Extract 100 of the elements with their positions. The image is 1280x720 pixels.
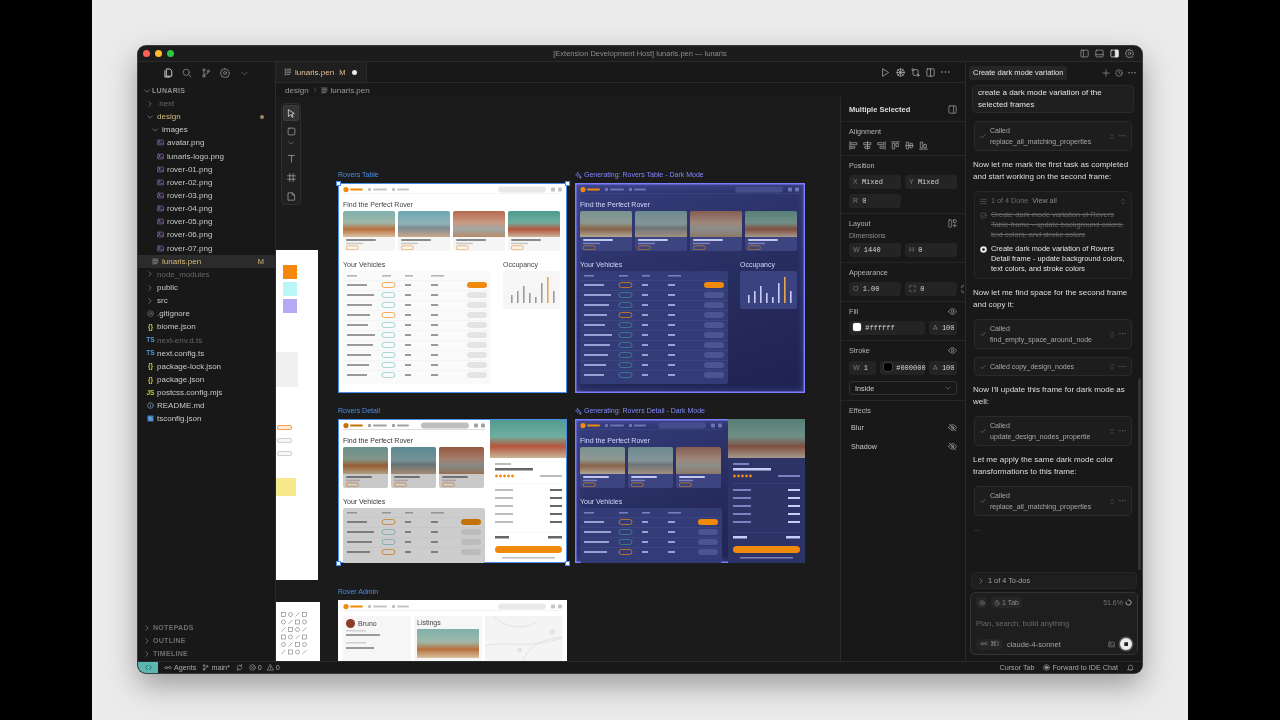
corner-brackets-icon	[909, 285, 916, 292]
sticky-note	[276, 478, 296, 496]
folder-item[interactable]: images	[138, 123, 275, 137]
document-lines-icon	[320, 86, 328, 94]
sync-icon[interactable]	[235, 664, 243, 671]
eye-slash-icon[interactable]	[948, 441, 957, 451]
page-icon	[286, 191, 296, 201]
settings-icon[interactable]	[1125, 49, 1134, 58]
eye-icon[interactable]	[948, 345, 957, 355]
remote-button[interactable]	[138, 662, 158, 673]
align-top-icon[interactable]	[891, 141, 900, 150]
bottom-panel-icon[interactable]	[1095, 49, 1104, 58]
photo-placeholder	[439, 447, 484, 474]
photo-placeholder	[417, 629, 479, 658]
chevron-down-icon	[288, 140, 294, 146]
resize-handle[interactable]	[564, 560, 570, 566]
hash-icon	[286, 172, 296, 182]
split-editor-icon[interactable]	[926, 67, 935, 77]
rectangle-icon	[286, 126, 296, 136]
file-item[interactable]: rover-02.png	[138, 175, 275, 189]
eye-slash-icon[interactable]	[948, 422, 957, 432]
right-panel-icon[interactable]	[1110, 49, 1119, 58]
file-item[interactable]: rover-03.png	[138, 189, 275, 203]
assistant-message: Now let me find space for the second frame and copy it:	[972, 287, 1129, 311]
timer-icon	[994, 599, 1000, 606]
photo-placeholder	[343, 447, 388, 474]
card-details-drawing	[583, 476, 609, 487]
folder-item[interactable]: design	[138, 110, 275, 124]
resize-handle[interactable]	[335, 180, 341, 186]
history-icon[interactable]	[1115, 69, 1123, 77]
sparkle-icon	[575, 171, 582, 179]
tag-chip	[277, 425, 292, 430]
align-bottom-icon[interactable]	[919, 141, 928, 150]
file-item[interactable]: tsconfig.json	[138, 412, 275, 426]
align-center-icon[interactable]	[863, 141, 872, 150]
card-details-drawing	[346, 476, 372, 487]
pointer-tool-button[interactable]	[283, 105, 299, 121]
minimize-button[interactable]	[155, 50, 162, 57]
file-item[interactable]: avatar.png	[138, 136, 275, 150]
card-details-drawing	[456, 239, 486, 250]
file-item[interactable]: README.md	[138, 399, 275, 413]
align-right-icon[interactable]	[877, 141, 886, 150]
photo-placeholder	[580, 211, 632, 237]
photo-placeholder	[391, 447, 436, 474]
info-icon	[147, 402, 154, 410]
file-item[interactable]: rover-01.png	[138, 162, 275, 176]
panel-toggle-icon[interactable]	[948, 104, 957, 114]
photo-placeholder	[343, 211, 395, 237]
file-item[interactable]: rover-05.png	[138, 215, 275, 229]
gear-icon[interactable]	[220, 68, 230, 78]
card-details-drawing	[638, 239, 668, 250]
ring-icon	[147, 310, 154, 318]
infinity-icon	[164, 665, 172, 670]
image-icon[interactable]	[1108, 640, 1115, 648]
image-file-icon	[157, 152, 164, 160]
file-item[interactable]: rover-04.png	[138, 202, 275, 216]
left-panel-icon[interactable]	[1080, 49, 1089, 58]
file-item[interactable]: lunaris-logo.png	[138, 149, 275, 163]
bell-icon[interactable]	[1127, 664, 1134, 671]
layout-add-icon[interactable]	[948, 218, 957, 228]
align-middle-icon[interactable]	[905, 141, 914, 150]
image-file-icon	[157, 205, 164, 213]
eye-icon[interactable]	[948, 306, 957, 316]
folder-item[interactable]: public	[138, 280, 275, 295]
play-icon[interactable]	[881, 67, 890, 77]
mention-button[interactable]	[976, 597, 987, 608]
spoked-circle-icon[interactable]	[896, 67, 905, 77]
error-icon	[248, 664, 256, 671]
image-file-icon	[157, 192, 164, 200]
stop-button[interactable]	[1120, 638, 1132, 650]
assistant-message: Let me apply the same dark mode color transformations to this frame:	[972, 454, 1115, 478]
resize-handle[interactable]	[335, 560, 341, 566]
card-details-drawing	[442, 476, 468, 487]
breadcrumb-item[interactable]: design	[285, 85, 309, 95]
circle-dot-icon	[1043, 664, 1051, 671]
search-icon[interactable]	[182, 68, 192, 78]
document-lines-icon	[152, 257, 159, 265]
close-button[interactable]	[143, 50, 150, 57]
branch-icon[interactable]	[201, 68, 211, 78]
folder-item[interactable]: src	[138, 294, 275, 308]
breadcrumb-item[interactable]: lunaris.pen	[320, 85, 370, 95]
photo-placeholder	[635, 211, 687, 237]
photo-placeholder	[398, 211, 450, 237]
file-item[interactable]: rover-06.png	[138, 228, 275, 242]
compare-icon[interactable]	[911, 67, 920, 77]
branch-icon	[202, 664, 210, 671]
icon-grid-drawing	[281, 612, 307, 655]
plus-icon[interactable]	[1102, 69, 1110, 77]
scrollbar-thumb[interactable]	[1138, 378, 1141, 570]
more-icon[interactable]	[1119, 365, 1126, 368]
files-icon[interactable]	[163, 68, 173, 78]
ring-icon	[978, 599, 985, 606]
align-left-icon[interactable]	[849, 141, 858, 150]
resize-handle[interactable]	[564, 180, 570, 186]
zoom-button[interactable]	[167, 50, 174, 57]
card-details-drawing	[679, 476, 705, 487]
file-item[interactable]: rover-07.png	[138, 241, 275, 255]
image-file-icon	[157, 178, 164, 186]
document-lines-icon	[284, 68, 292, 76]
file-item[interactable]: .gitignore	[138, 307, 275, 321]
